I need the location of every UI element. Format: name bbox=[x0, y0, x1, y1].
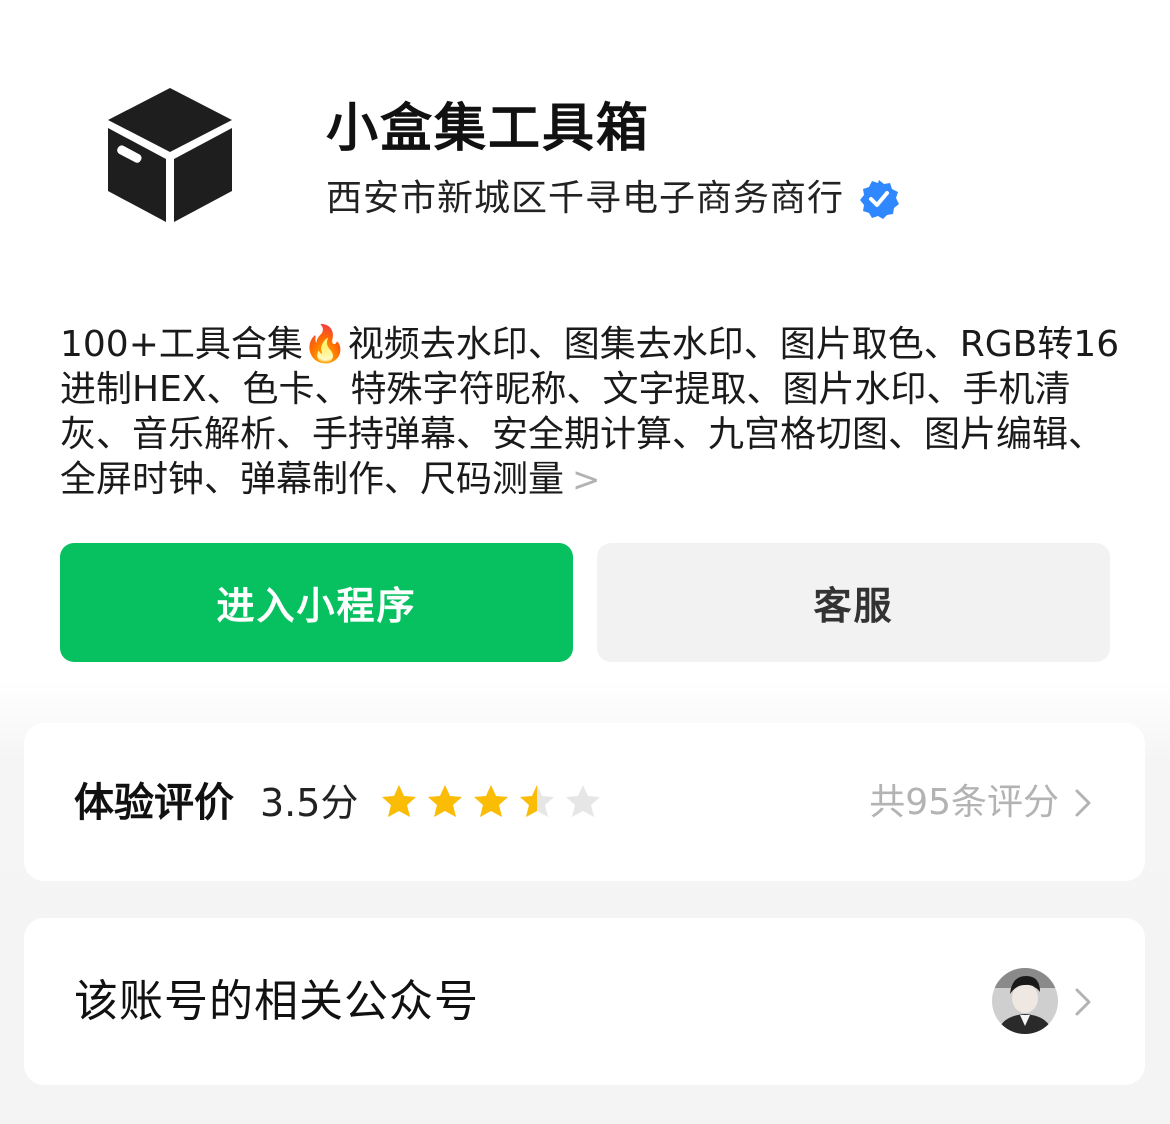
related-accounts-label: 该账号的相关公众号 bbox=[74, 976, 479, 1027]
star-icon bbox=[428, 785, 462, 817]
star-icon bbox=[566, 785, 600, 817]
avatar-icon bbox=[992, 968, 1058, 1034]
rating-card[interactable]: 体验评价 3.5分 共95条评分 bbox=[24, 723, 1145, 881]
mini-program-header: 小盒集工具箱 西安市新城区千寻电子商务商行 bbox=[0, 0, 1170, 290]
star-icon bbox=[382, 785, 416, 817]
rating-label: 体验评价 bbox=[74, 780, 234, 826]
box-icon bbox=[108, 88, 232, 222]
star-icon bbox=[520, 785, 554, 817]
chevron-right-icon: > bbox=[572, 460, 601, 500]
app-name: 小盒集工具箱 bbox=[326, 99, 651, 159]
chevron-right-icon bbox=[1075, 789, 1091, 817]
company-name[interactable]: 西安市新城区千寻电子商务商行 bbox=[326, 176, 844, 222]
rating-stars bbox=[380, 783, 602, 821]
enter-mini-program-button[interactable]: 进入小程序 bbox=[60, 543, 573, 662]
star-icon bbox=[474, 785, 508, 817]
rating-count: 共95条评分 bbox=[869, 782, 1059, 823]
avatar bbox=[992, 968, 1058, 1034]
rating-score: 3.5分 bbox=[260, 781, 359, 825]
customer-service-button[interactable]: 客服 bbox=[597, 543, 1110, 662]
company-row[interactable]: 西安市新城区千寻电子商务商行 bbox=[326, 176, 900, 222]
app-description[interactable]: 100+工具合集🔥视频去水印、图集去水印、图片取色、RGB转16进制HEX、色卡… bbox=[60, 322, 1120, 503]
verified-badge-icon bbox=[860, 180, 900, 219]
related-official-accounts-card[interactable]: 该账号的相关公众号 bbox=[24, 918, 1145, 1085]
chevron-right-icon bbox=[1075, 988, 1091, 1016]
